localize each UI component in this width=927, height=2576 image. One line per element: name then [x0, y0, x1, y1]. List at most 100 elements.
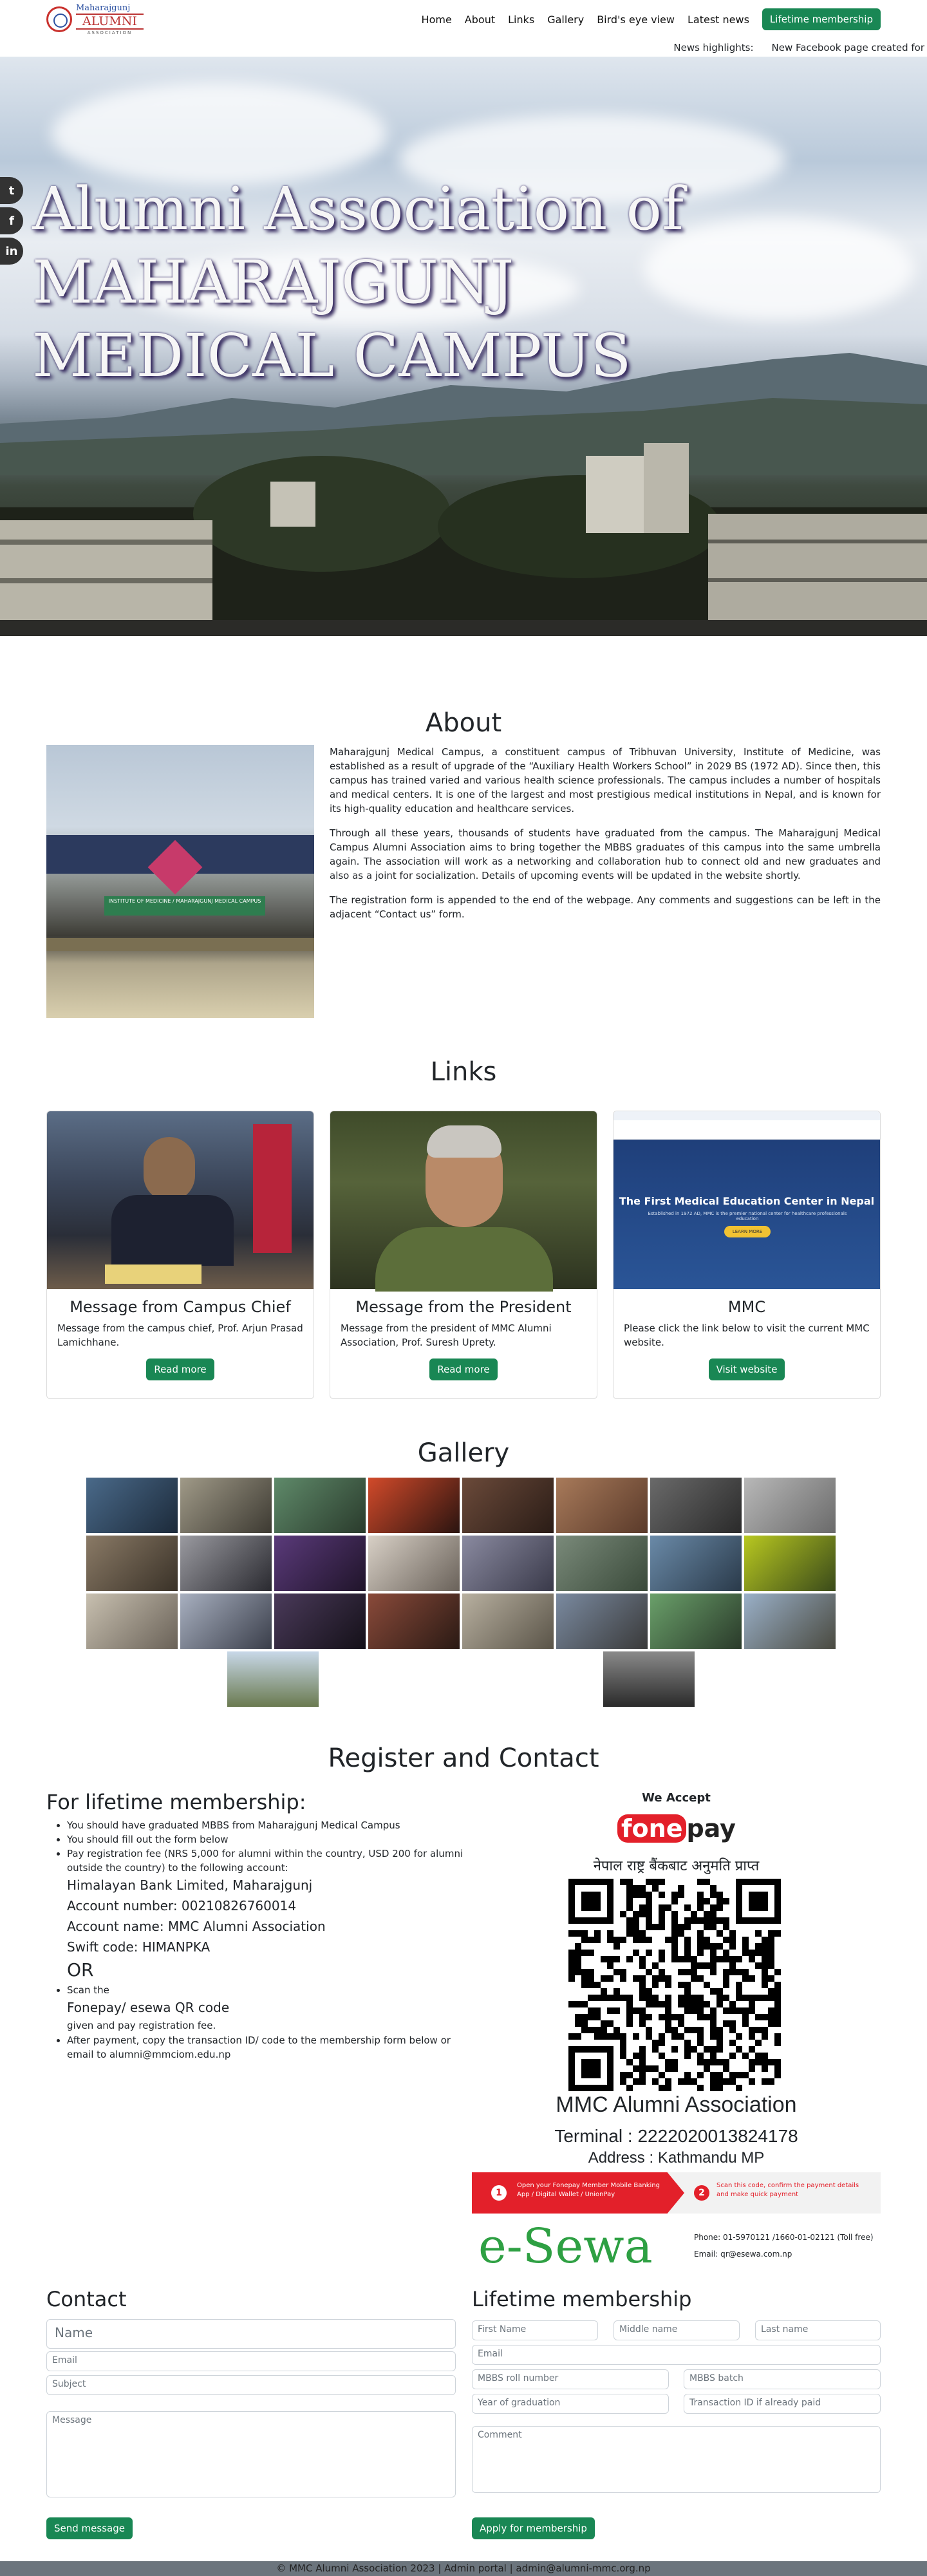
gallery-photo[interactable]: [650, 1477, 742, 1534]
contact-email-input[interactable]: Email: [46, 2351, 456, 2371]
membership-email-input[interactable]: Email: [472, 2345, 881, 2365]
read-more-president-button[interactable]: Read more: [429, 1359, 498, 1380]
instruction-item: You should fill out the form below: [67, 1832, 469, 1847]
apply-membership-button[interactable]: Apply for membership: [472, 2517, 595, 2539]
card-title: Message from Campus Chief: [70, 1298, 291, 1316]
campus-gate-image: INSTITUTE OF MEDICINE / MAHARAJGUNJ MEDI…: [46, 745, 314, 1018]
transaction-id-input[interactable]: Transaction ID if already paid: [684, 2394, 881, 2414]
first-name-input[interactable]: First Name: [472, 2320, 598, 2340]
gallery-photo[interactable]: [86, 1593, 178, 1650]
send-message-button[interactable]: Send message: [46, 2517, 133, 2539]
esewa-logo: e-Sewa: [478, 2219, 653, 2274]
site-logo[interactable]: Maharajgunj ALUMNI ASSOCIATION: [46, 1, 175, 37]
visit-website-button[interactable]: Visit website: [708, 1359, 785, 1380]
nrb-approved-text: नेपाल राष्ट्र बैंकबाट अनुमति प्राप्त: [593, 1858, 760, 1874]
about-text: Maharajgunj Medical Campus, a constituen…: [330, 745, 881, 932]
ticker-text[interactable]: New Facebook page created for: [772, 42, 925, 53]
nav-gallery[interactable]: Gallery: [547, 14, 584, 26]
logo-seal-icon: [46, 6, 72, 32]
about-heading: About: [425, 708, 502, 738]
campus-sign: INSTITUTE OF MEDICINE / MAHARAJGUNJ MEDI…: [104, 896, 265, 916]
gallery-photo[interactable]: [227, 1651, 319, 1707]
card-title: MMC: [727, 1298, 766, 1316]
gallery-photo[interactable]: [368, 1477, 460, 1534]
qr-steps: 1 Open your Fonepay Member Mobile Bankin…: [472, 2172, 881, 2214]
gallery-photo[interactable]: [180, 1535, 272, 1592]
instruction-item: After payment, copy the transaction ID/ …: [67, 2033, 469, 2062]
gallery-photo[interactable]: [603, 1651, 695, 1707]
read-more-chief-button[interactable]: Read more: [146, 1359, 214, 1380]
swift-code: Swift code: HIMANPKA: [67, 1939, 211, 1955]
fonepay-logo-b: pay: [686, 1814, 736, 1843]
instruction-item: Pay registration fee (NRS 5,000 for alum…: [67, 1847, 469, 1875]
gallery-photo[interactable]: [556, 1535, 648, 1592]
card-text: Message from the president of MMC Alumni…: [341, 1322, 552, 1348]
navbar: Maharajgunj ALUMNI ASSOCIATION Home Abou…: [0, 0, 927, 39]
gallery-photo[interactable]: [462, 1535, 554, 1592]
logo-line1: Maharajgunj: [76, 3, 131, 13]
gallery-photo[interactable]: [556, 1593, 648, 1650]
gallery-photo[interactable]: [180, 1477, 272, 1534]
screenshot-subtitle: Established in 1972 AD, MMC is the premi…: [648, 1211, 847, 1221]
gallery-photo[interactable]: [274, 1477, 366, 1534]
mbbs-batch-input[interactable]: MBBS batch: [684, 2369, 881, 2389]
or-divider: OR: [67, 1959, 94, 1980]
step-1-text: Open your Fonepay Member Mobile Banking …: [517, 2182, 660, 2198]
card-text: Please click the link below to visit the…: [624, 1322, 870, 1348]
contact-name-input[interactable]: Name: [46, 2319, 456, 2349]
payment-qr-panel: We Accept fone pay नेपाल राष्ट्र बैंकबाट …: [472, 1789, 881, 2278]
campus-chief-photo: [47, 1111, 314, 1289]
nav-home[interactable]: Home: [422, 14, 452, 26]
logo-line3: ASSOCIATION: [87, 30, 133, 35]
gallery-photo[interactable]: [556, 1477, 648, 1534]
contact-subject-input[interactable]: Subject: [46, 2375, 456, 2395]
gallery-photo[interactable]: [86, 1535, 178, 1592]
instruction-tail: given and pay registration fee.: [67, 2020, 216, 2031]
card-text: Message from the campus chief, Prof. Arj…: [57, 1322, 303, 1348]
bank-name: Himalayan Bank Limited, Maharajgunj: [67, 1877, 313, 1893]
gallery-photo[interactable]: [86, 1477, 178, 1534]
qr-account-name: MMC Alumni Association: [556, 2092, 797, 2117]
nav-about[interactable]: About: [465, 14, 495, 26]
register-heading: Register and Contact: [328, 1744, 599, 1773]
gallery-photo[interactable]: [368, 1535, 460, 1592]
membership-subheading: For lifetime membership:: [46, 1790, 306, 1814]
gallery-photo[interactable]: [368, 1593, 460, 1650]
about-paragraph-1: Maharajgunj Medical Campus, a constituen…: [330, 746, 881, 814]
instruction-item: Scan the: [67, 1983, 469, 1997]
gallery-photo[interactable]: [650, 1535, 742, 1592]
gallery-heading: Gallery: [417, 1438, 510, 1468]
contact-message-textarea[interactable]: Message: [46, 2411, 456, 2497]
qr-terminal: Terminal : 2222020013824178: [554, 2126, 798, 2146]
nav-links[interactable]: Links: [508, 14, 534, 26]
qr-label: Fonepay/ esewa QR code: [67, 2000, 230, 2015]
card-campus-chief: Message from Campus Chief Message from t…: [46, 1111, 314, 1399]
footer: © MMC Alumni Association 2023 | Admin po…: [0, 2561, 927, 2576]
about-paragraph-3: The registration form is appended to the…: [330, 894, 881, 920]
gallery-photo[interactable]: [744, 1535, 836, 1592]
esewa-phone: Phone: 01-5970121 /1660-01-02121 (Toll f…: [694, 2233, 874, 2242]
gallery-photo[interactable]: [180, 1593, 272, 1650]
gallery-photo[interactable]: [744, 1477, 836, 1534]
fonepay-logo: fone pay: [617, 1814, 736, 1852]
last-name-input[interactable]: Last name: [755, 2320, 881, 2340]
gallery-photo[interactable]: [462, 1477, 554, 1534]
gallery-photo[interactable]: [274, 1593, 366, 1650]
membership-form-heading: Lifetime membership: [472, 2287, 692, 2311]
nav-birds-eye-view[interactable]: Bird's eye view: [597, 14, 675, 26]
gallery-photo[interactable]: [744, 1593, 836, 1650]
gallery-photo[interactable]: [650, 1593, 742, 1650]
gallery-photo[interactable]: [462, 1593, 554, 1650]
mbbs-roll-input[interactable]: MBBS roll number: [472, 2369, 669, 2389]
hero-banner: Alumni Association of MAHARAJGUNJ MEDICA…: [0, 57, 927, 636]
step-1-icon: 1: [491, 2185, 507, 2201]
middle-name-input[interactable]: Middle name: [613, 2320, 740, 2340]
graduation-year-input[interactable]: Year of graduation: [472, 2394, 669, 2414]
nav-latest-news[interactable]: Latest news: [688, 14, 749, 26]
ticker-label: News highlights:: [673, 42, 754, 53]
screenshot-title: The First Medical Education Center in Ne…: [619, 1195, 875, 1207]
gallery-photo[interactable]: [274, 1535, 366, 1592]
membership-instructions: For lifetime membership: You should have…: [46, 1790, 469, 2062]
comment-textarea[interactable]: Comment: [472, 2426, 881, 2493]
nav-lifetime-membership-button[interactable]: Lifetime membership: [762, 8, 881, 30]
